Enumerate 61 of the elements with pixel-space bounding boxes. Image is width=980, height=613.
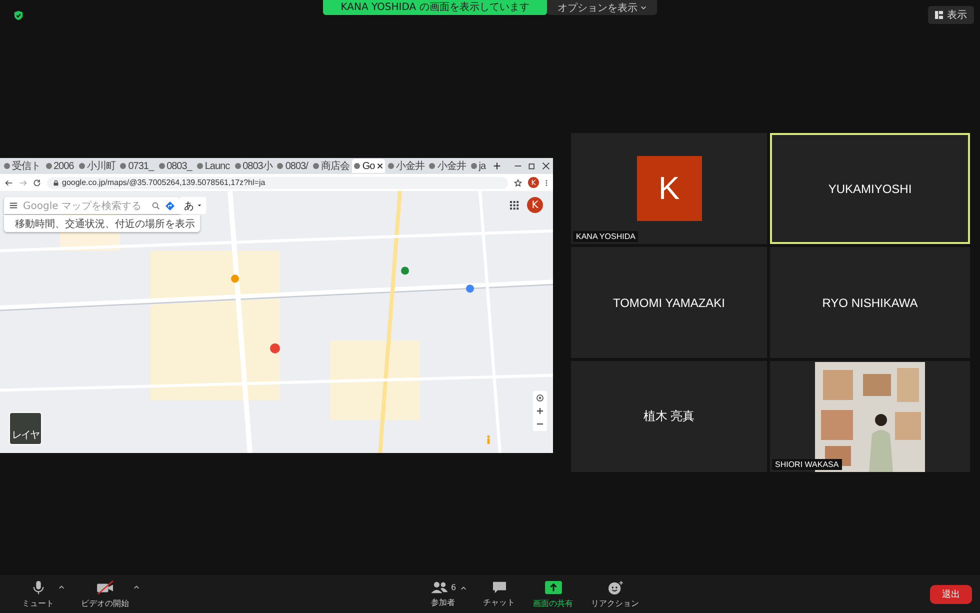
- caret-icon[interactable]: [197, 203, 202, 208]
- mute-button[interactable]: ミュート: [20, 580, 56, 608]
- browser-tab[interactable]: 0803小: [232, 159, 274, 173]
- layers-button[interactable]: レイヤ: [9, 412, 42, 445]
- plus-icon[interactable]: [492, 162, 501, 170]
- browser-tab[interactable]: 小金井: [427, 159, 468, 173]
- more-icon[interactable]: [545, 178, 548, 186]
- browser-tab[interactable]: 小川町: [76, 159, 118, 173]
- browser-tab[interactable]: ja: [468, 159, 488, 173]
- participant-name: RYO NISHIKAWA: [822, 296, 918, 310]
- zoom-in-icon[interactable]: [535, 406, 545, 416]
- layout-icon[interactable]: [935, 11, 943, 19]
- my-location-icon[interactable]: [535, 393, 545, 403]
- caret-icon[interactable]: [58, 584, 65, 590]
- view-button[interactable]: 表示: [928, 6, 974, 24]
- browser-tab[interactable]: 0803/: [275, 159, 310, 173]
- reactions-button[interactable]: リアクション: [589, 580, 642, 608]
- reload-icon[interactable]: [33, 178, 41, 186]
- close-icon[interactable]: [542, 162, 550, 170]
- chat-bubble-icon[interactable]: [492, 580, 507, 594]
- search-icon[interactable]: [152, 202, 160, 210]
- browser-tab[interactable]: Go: [352, 159, 385, 173]
- participant-name: TOMOMI YAMAZAKI: [612, 296, 725, 310]
- participant-name: YUKAMIYOSHI: [828, 182, 912, 196]
- browser-tab[interactable]: 2006: [44, 159, 76, 173]
- back-icon[interactable]: [5, 178, 13, 186]
- participant-name: 植木 亮真: [643, 408, 695, 425]
- shield-icon[interactable]: [13, 10, 24, 21]
- camera-off-icon[interactable]: [96, 580, 114, 594]
- apps-grid-icon[interactable]: [510, 201, 519, 210]
- directions-icon[interactable]: [165, 200, 175, 210]
- address-bar[interactable]: google.co.jp/maps/@35.7005264,139.5078561,17z?hl=ja: [47, 176, 508, 188]
- caret-icon[interactable]: [133, 584, 140, 590]
- chat-button[interactable]: チャット: [481, 580, 518, 608]
- participant-label: KANA YOSHIDA: [573, 231, 638, 242]
- caret-icon[interactable]: [460, 584, 468, 592]
- language-dropdown[interactable]: あ: [180, 197, 206, 214]
- browser-tab[interactable]: 0731_: [118, 159, 156, 173]
- restore-icon[interactable]: [528, 162, 536, 170]
- explore-nearby-bar[interactable]: 移動時間、交通状況、付近の場所を表示: [4, 215, 200, 232]
- share-screen-button[interactable]: 画面の共有: [531, 580, 576, 608]
- browser-tab[interactable]: Launc: [194, 159, 232, 173]
- close-icon[interactable]: [376, 163, 383, 169]
- share-screen-icon[interactable]: [544, 580, 563, 594]
- participant-label: SHIORI WAKASA: [772, 459, 842, 470]
- browser-tab[interactable]: 0803_: [156, 159, 194, 173]
- menu-icon[interactable]: [9, 201, 18, 210]
- participant-avatar: K: [636, 156, 702, 221]
- browser-tab[interactable]: 受信ト: [2, 159, 42, 173]
- smiley-plus-icon[interactable]: [606, 580, 624, 594]
- browser-tab[interactable]: 商店会: [310, 159, 352, 173]
- sharing-banner: KANA YOSHIDA の画面を表示しています: [322, 0, 548, 15]
- view-options-button[interactable]: オプションを表示: [547, 0, 658, 15]
- star-icon[interactable]: [514, 178, 522, 186]
- people-icon[interactable]: [430, 580, 449, 594]
- microphone-icon[interactable]: [30, 580, 46, 594]
- browser-tab[interactable]: 小金井: [386, 159, 426, 173]
- start-video-button[interactable]: ビデオの開始: [79, 580, 131, 608]
- leave-button[interactable]: 退出: [930, 584, 972, 604]
- chevron-down-icon[interactable]: [640, 4, 648, 11]
- participants-button[interactable]: 6 参加者: [428, 580, 458, 608]
